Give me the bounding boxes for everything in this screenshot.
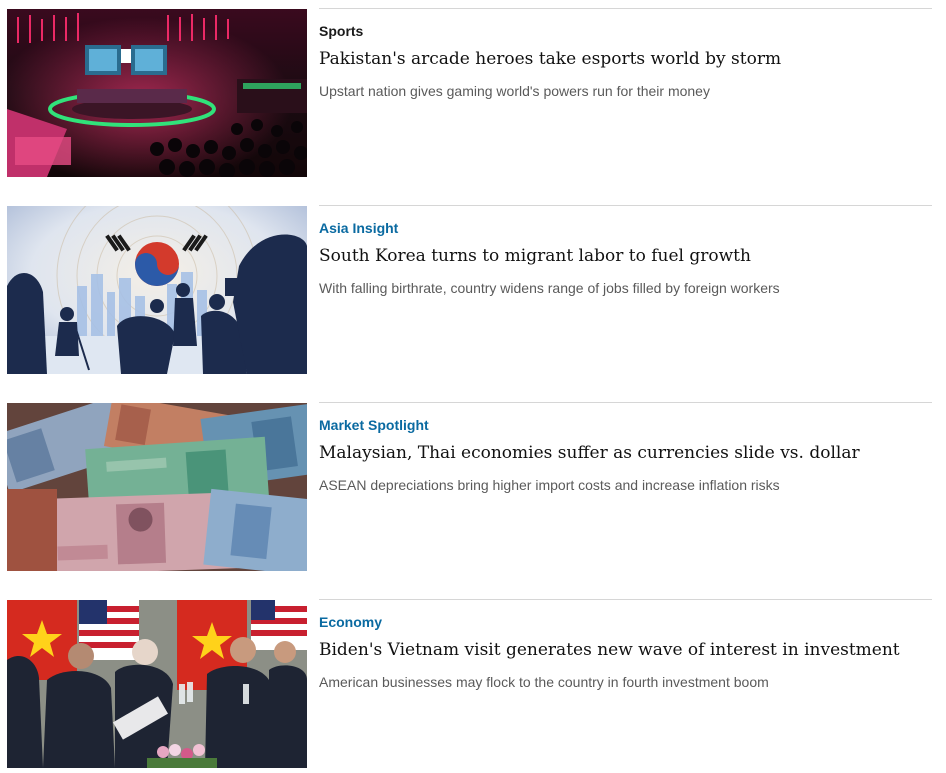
article-summary: ASEAN depreciations bring higher import … — [319, 477, 780, 493]
article-text: Market Spotlight Malaysian, Thai economi… — [319, 417, 932, 494]
headline-link[interactable]: Malaysian, Thai economies suffer as curr… — [319, 441, 932, 465]
article-text: Asia Insight South Korea turns to migran… — [319, 220, 932, 297]
category-link[interactable]: Sports — [319, 23, 363, 39]
state-dinner-toast-photo — [7, 600, 307, 768]
banknotes-photo — [7, 403, 307, 571]
category-link[interactable]: Asia Insight — [319, 220, 398, 236]
article-card: Economy Biden's Vietnam visit generates … — [7, 599, 932, 769]
article-summary: American businesses may flock to the cou… — [319, 674, 769, 690]
article-summary: With falling birthrate, country widens r… — [319, 280, 780, 296]
korean-flag-workers-illustration — [7, 206, 307, 374]
headline-link[interactable]: Biden's Vietnam visit generates new wave… — [319, 638, 932, 662]
divider — [319, 599, 932, 600]
article-card: Market Spotlight Malaysian, Thai economi… — [7, 402, 932, 572]
divider — [319, 8, 932, 9]
divider — [319, 205, 932, 206]
esports-arena-photo — [7, 9, 307, 177]
article-text: Sports Pakistan's arcade heroes take esp… — [319, 23, 932, 100]
article-summary: Upstart nation gives gaming world's powe… — [319, 83, 710, 99]
article-thumbnail[interactable] — [7, 206, 307, 374]
article-card: Sports Pakistan's arcade heroes take esp… — [7, 8, 932, 178]
divider — [319, 402, 932, 403]
category-link[interactable]: Economy — [319, 614, 382, 630]
article-thumbnail[interactable] — [7, 600, 307, 768]
article-thumbnail[interactable] — [7, 9, 307, 177]
headline-link[interactable]: South Korea turns to migrant labor to fu… — [319, 244, 932, 268]
article-thumbnail[interactable] — [7, 403, 307, 571]
headline-link[interactable]: Pakistan's arcade heroes take esports wo… — [319, 47, 932, 71]
category-link[interactable]: Market Spotlight — [319, 417, 429, 433]
article-text: Economy Biden's Vietnam visit generates … — [319, 614, 932, 691]
article-card: Asia Insight South Korea turns to migran… — [7, 205, 932, 375]
